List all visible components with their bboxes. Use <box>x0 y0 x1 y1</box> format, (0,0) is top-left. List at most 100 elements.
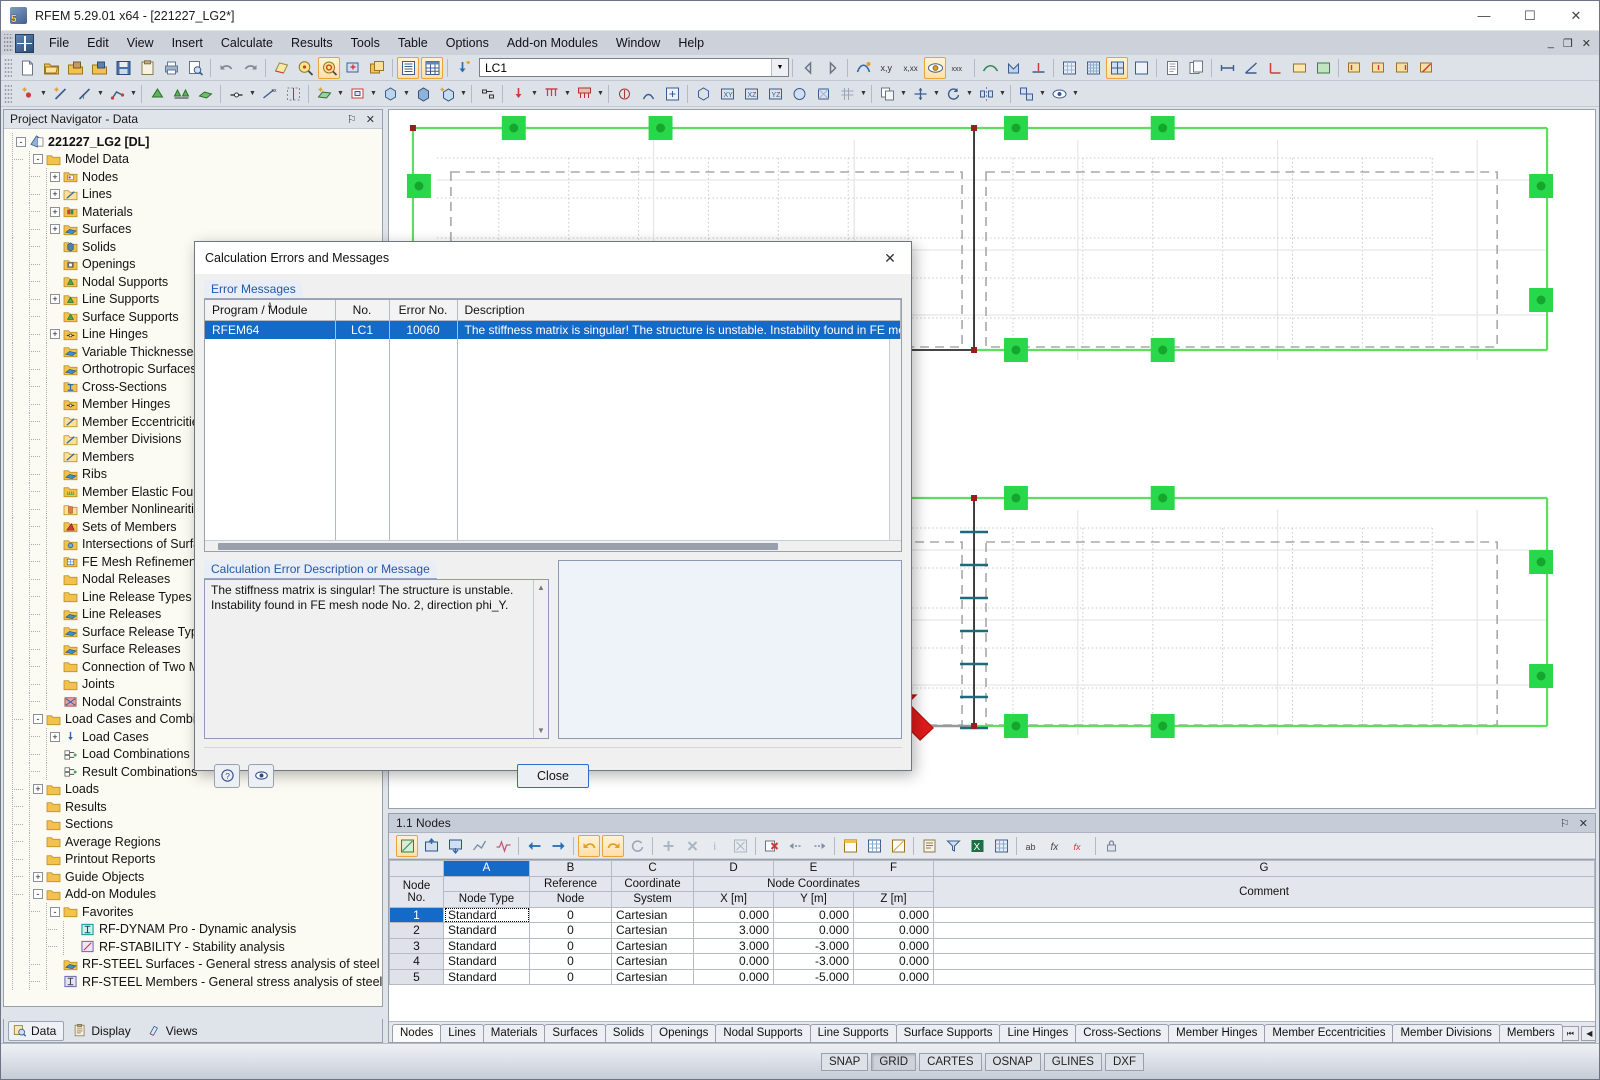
open-project-icon[interactable] <box>64 57 86 79</box>
error-cell-error-no[interactable]: 10060 <box>389 320 458 339</box>
tree-item-guide-objects[interactable]: + Guide Objects <box>4 868 382 886</box>
print-preview-icon[interactable] <box>184 57 206 79</box>
table-tab-line-hinges[interactable]: Line Hinges <box>999 1024 1077 1042</box>
scroll-up-icon[interactable]: ▲ <box>534 580 548 595</box>
table-tab-lines[interactable]: Lines <box>440 1024 484 1042</box>
table-clear-icon[interactable] <box>729 835 751 857</box>
tree-item-rf-steel-members-general-stress-analysis-of-steel-members[interactable]: RF-STEEL Members - General stress analys… <box>4 973 382 991</box>
cell-comment[interactable] <box>933 922 1595 939</box>
table-fx-icon[interactable]: fx <box>1045 835 1067 857</box>
error-col-description[interactable]: Description <box>457 300 901 321</box>
solid-copy-icon[interactable] <box>436 83 458 105</box>
calculate-all-icon[interactable]: x,y <box>876 57 898 79</box>
tree-item-nodes[interactable]: + Nodes <box>4 168 382 186</box>
collapse-icon[interactable]: - <box>33 889 43 900</box>
table-tab-line-supports[interactable]: Line Supports <box>809 1024 897 1042</box>
axis-icon[interactable] <box>1264 57 1286 79</box>
load-case-new-icon[interactable] <box>452 57 474 79</box>
table-tab-surface-supports[interactable]: Surface Supports <box>895 1024 1001 1042</box>
error-col-error-no[interactable]: Error No. <box>389 300 458 321</box>
load-view-1-icon[interactable] <box>1343 57 1365 79</box>
mesh-display-icon[interactable] <box>1058 57 1080 79</box>
expand-icon[interactable]: + <box>50 189 60 200</box>
cell-node-no[interactable]: 5 <box>389 968 444 985</box>
clipboard-icon[interactable] <box>136 57 158 79</box>
dialog-close-icon[interactable]: ✕ <box>869 243 911 274</box>
table-info-icon[interactable]: i <box>705 835 727 857</box>
cell-coordinate-system[interactable]: Cartesian <box>611 968 694 985</box>
column-letter-a[interactable]: A <box>443 860 530 877</box>
table-filter-icon[interactable] <box>942 835 964 857</box>
table-delete-red-icon[interactable] <box>760 835 782 857</box>
cell-comment[interactable] <box>933 937 1595 954</box>
close-icon[interactable]: ✕ <box>1579 817 1588 830</box>
table-view-icon[interactable] <box>397 56 419 79</box>
scroll-down-icon[interactable]: ▼ <box>534 723 548 738</box>
cell-y[interactable]: 0.000 <box>773 906 854 923</box>
cell-x[interactable]: 0.000 <box>693 953 774 970</box>
chevron-down-icon[interactable]: ▼ <box>932 83 941 105</box>
table-redo-icon[interactable] <box>602 834 624 857</box>
nodal-load-icon[interactable] <box>507 83 529 105</box>
description-scrollbar[interactable]: ▲ ▼ <box>533 580 548 738</box>
new-line-icon[interactable] <box>49 83 71 105</box>
tree-item-model-data[interactable]: - Model Data <box>4 150 382 169</box>
chevron-down-icon[interactable]: ▼ <box>336 83 345 105</box>
table-grid-icon[interactable] <box>421 56 443 79</box>
navigator-tab-data[interactable]: Data <box>8 1020 65 1041</box>
expand-icon[interactable]: + <box>50 206 60 217</box>
menu-item-insert[interactable]: Insert <box>163 33 212 53</box>
table-ab-icon[interactable]: ab <box>1021 835 1043 857</box>
table-row[interactable]: 5 Standard 0 Cartesian 0.000 -5.000 0.000 <box>389 968 1595 985</box>
table-tab-cross-sections[interactable]: Cross-Sections <box>1075 1024 1170 1042</box>
group-objects-icon[interactable] <box>1015 83 1037 105</box>
zoom-to-icon[interactable] <box>294 57 316 79</box>
new-file-icon[interactable] <box>16 57 38 79</box>
redo-icon[interactable] <box>239 57 261 79</box>
table-format-3-icon[interactable] <box>887 835 909 857</box>
column-letter-c[interactable]: C <box>611 860 694 877</box>
new-node-icon[interactable] <box>16 83 38 105</box>
cell-z[interactable]: 0.000 <box>853 922 934 939</box>
solid-body-icon[interactable] <box>412 83 434 105</box>
view-yz-icon[interactable]: YZ <box>764 83 786 105</box>
zoom-target-icon[interactable] <box>318 56 340 79</box>
table-tab-surfaces[interactable]: Surfaces <box>544 1024 606 1042</box>
tree-item-printout-reports[interactable]: Printout Reports <box>4 850 382 869</box>
next-load-case-icon[interactable] <box>821 57 843 79</box>
chevron-down-icon[interactable]: ▼ <box>998 83 1007 105</box>
tree-item-surfaces[interactable]: + Surfaces <box>4 220 382 239</box>
printout-pages-icon[interactable] <box>1185 57 1207 79</box>
table-grid-all-icon[interactable] <box>990 835 1012 857</box>
load-view-3-icon[interactable] <box>1391 57 1413 79</box>
table-tab-member-hinges[interactable]: Member Hinges <box>1168 1024 1266 1042</box>
table-tab-solids[interactable]: Solids <box>604 1024 653 1042</box>
new-polyline-icon[interactable] <box>106 83 128 105</box>
table-refresh-icon[interactable] <box>626 835 648 857</box>
rotate-objects-icon[interactable] <box>942 83 964 105</box>
cell-x[interactable]: 0.000 <box>693 968 774 985</box>
menubar-grip[interactable] <box>4 34 13 52</box>
table-row[interactable]: 1 Standard 0 Cartesian 0.000 0.000 0.000 <box>389 906 1595 923</box>
view-error-button[interactable] <box>248 763 274 788</box>
error-cell-program[interactable]: RFEM64 <box>205 320 336 339</box>
grid-toggle-icon[interactable] <box>836 83 858 105</box>
open-file-icon[interactable] <box>40 57 62 79</box>
calculation-errors-dialog[interactable]: Calculation Errors and Messages ✕ Error … <box>194 241 912 788</box>
cell-node-type[interactable]: Standard <box>443 906 530 923</box>
error-cell-no[interactable]: LC1 <box>335 320 390 339</box>
surface-load-icon[interactable] <box>573 83 595 105</box>
mesh-extra-icon[interactable] <box>1130 57 1152 79</box>
support-reactions-icon[interactable] <box>1027 57 1049 79</box>
first-tab-button[interactable]: ⏮ <box>1561 1026 1579 1041</box>
print-icon[interactable] <box>160 57 182 79</box>
chevron-down-icon[interactable]: ▼ <box>96 83 105 105</box>
cell-node-no[interactable]: 1 <box>389 906 444 923</box>
mdi-minimize-button[interactable]: _ <box>1548 37 1554 50</box>
cell-reference-node[interactable]: 0 <box>529 968 612 985</box>
cell-x[interactable]: 3.000 <box>693 922 774 939</box>
error-col-no[interactable]: No. <box>335 300 390 321</box>
table-tab-openings[interactable]: Openings <box>651 1024 717 1042</box>
chevron-down-icon[interactable]: ▼ <box>899 83 908 105</box>
navigator-tab-views[interactable]: Views <box>143 1021 206 1041</box>
